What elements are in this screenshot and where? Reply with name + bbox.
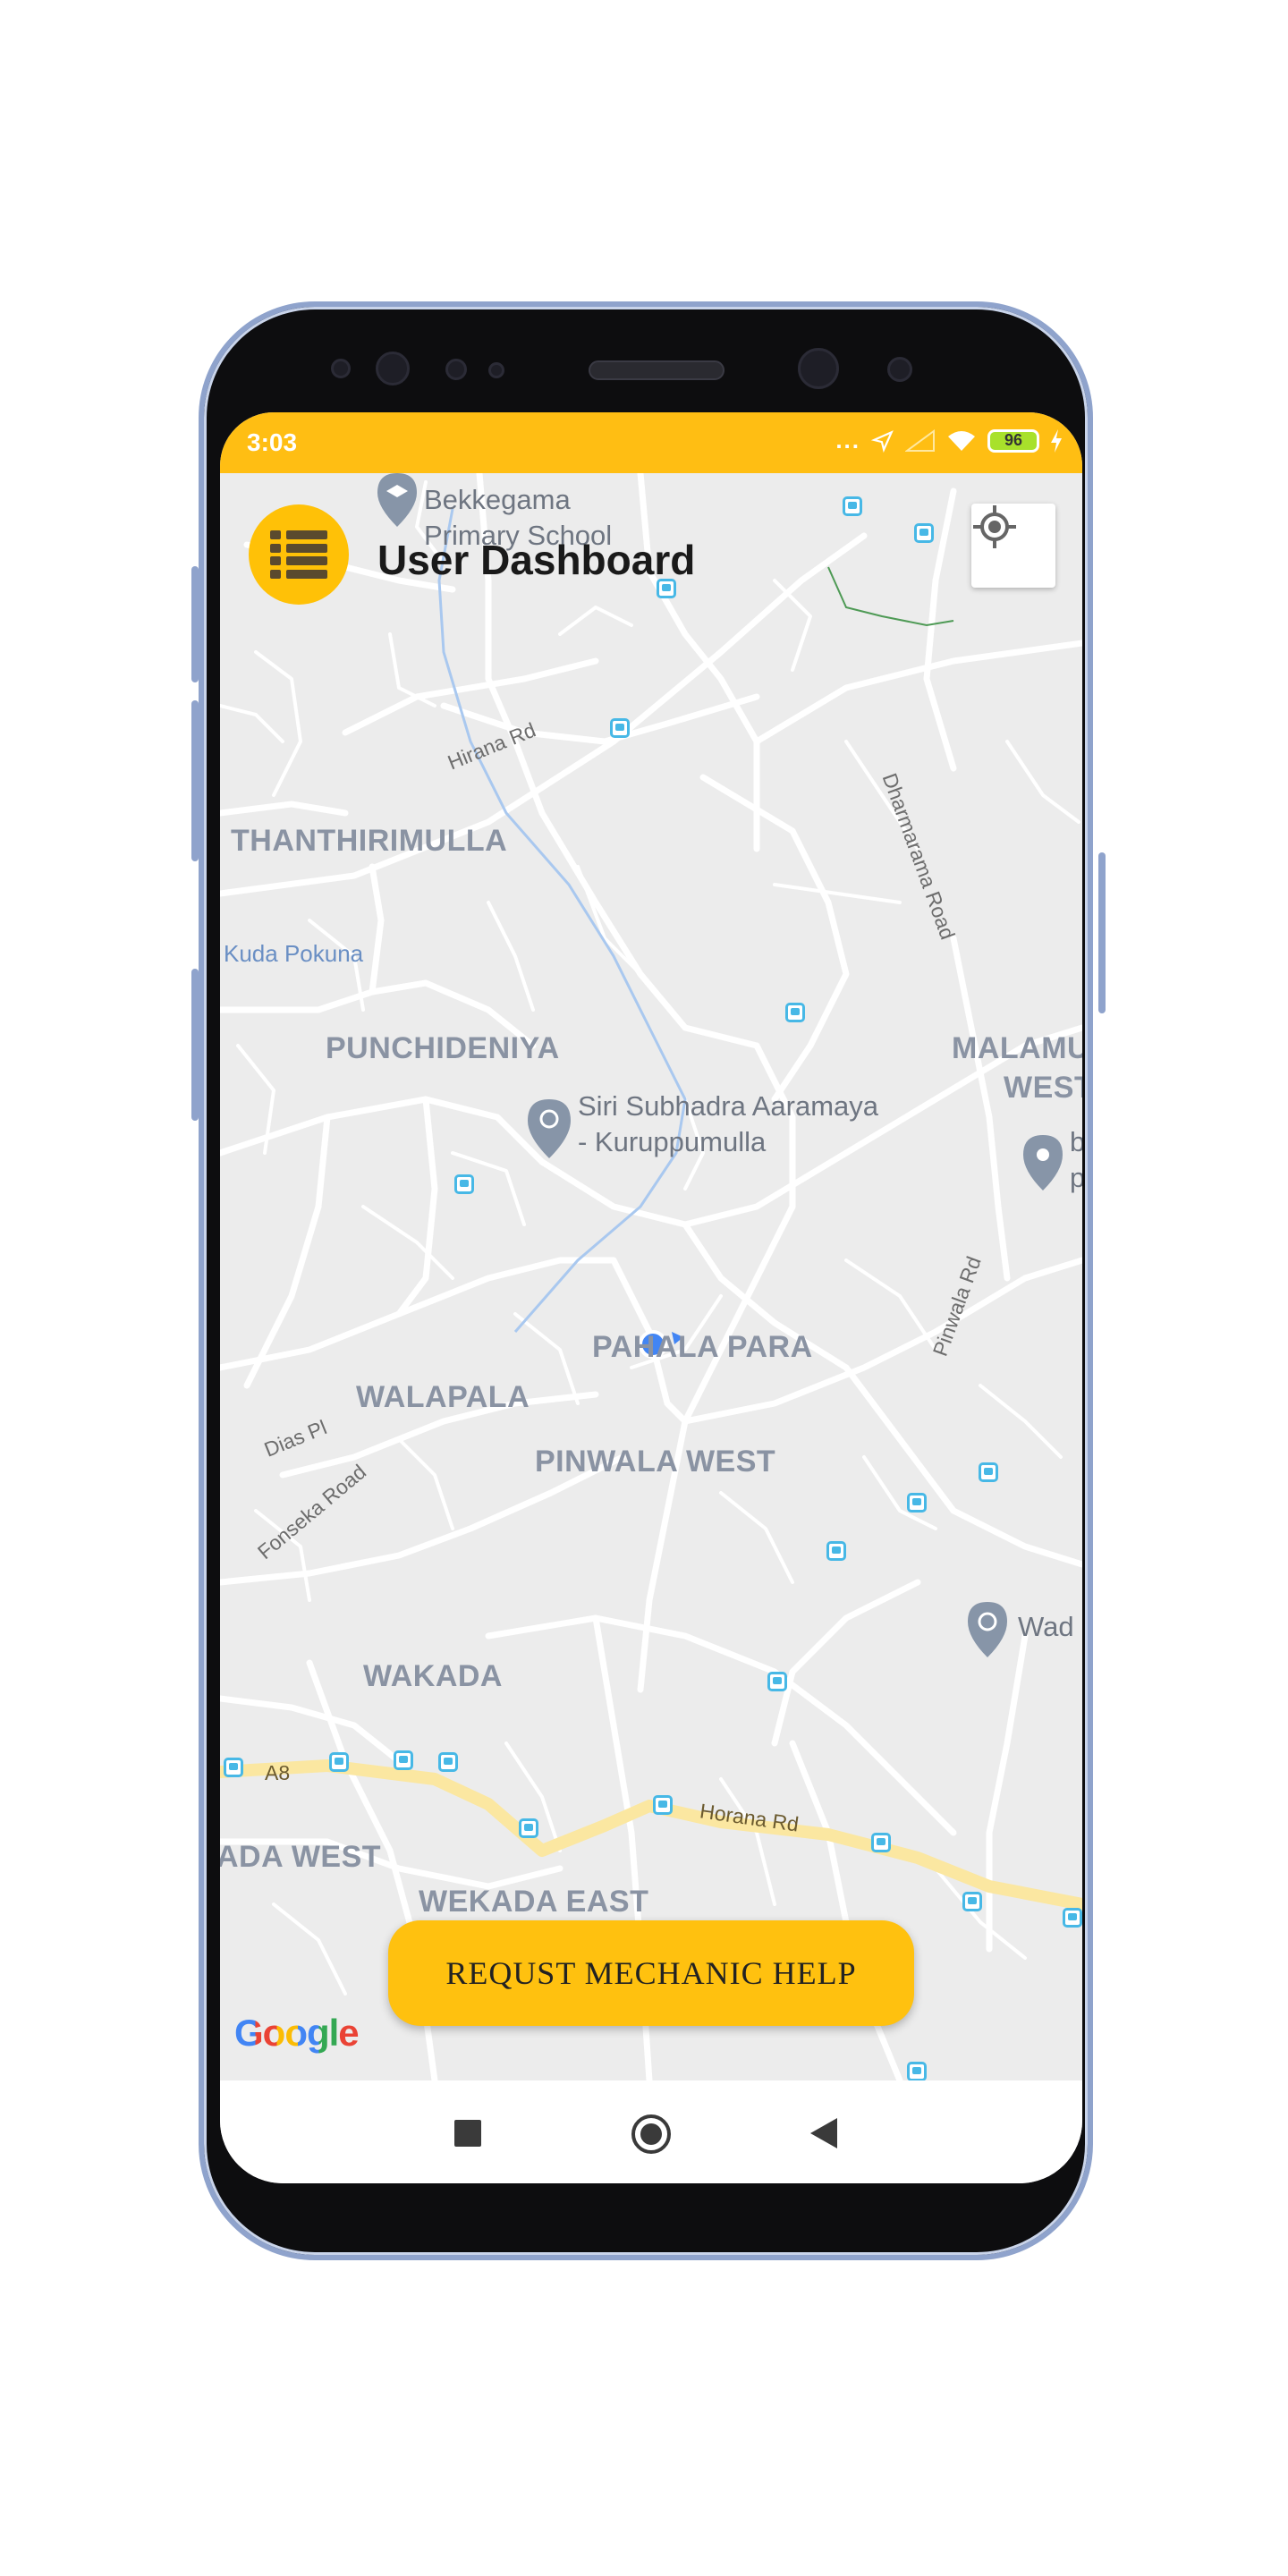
phone-frame: 3:03 ... 96 THANTHIRIMULLA PUNCHIDENIYA … <box>191 301 1106 2260</box>
place-label: THANTHIRIMULLA <box>231 824 508 858</box>
request-mechanic-label: REQUST MECHANIC HELP <box>445 1955 857 1991</box>
bus-stop-icon <box>826 1541 846 1561</box>
google-logo-text: Google <box>234 2012 360 2054</box>
menu-button[interactable] <box>249 504 349 605</box>
volume-up-button <box>191 566 199 682</box>
poi-label: - Kuruppumulla <box>578 1126 767 1157</box>
bus-stop-icon <box>962 1892 982 1911</box>
place-label: WEKADA EAST <box>419 1885 649 1919</box>
battery-icon: 96 <box>987 428 1039 453</box>
iris-sensor <box>376 352 410 386</box>
navigation-bar <box>220 2080 1082 2183</box>
light-sensor <box>445 359 467 380</box>
place-label: ADA WEST <box>220 1840 382 1874</box>
my-location-button[interactable] <box>971 504 1055 588</box>
bus-stop-icon <box>907 1493 927 1513</box>
bus-stop-icon <box>519 1818 538 1838</box>
bus-stop-icon <box>329 1752 349 1772</box>
notification-led <box>488 362 504 378</box>
bus-stop-icon <box>610 718 630 738</box>
bus-stop-icon <box>454 1174 474 1194</box>
signal-icon <box>905 428 935 452</box>
place-label: PUNCHIDENIYA <box>326 1031 560 1065</box>
temple-pin-icon-2 <box>968 1602 1007 1657</box>
status-time: 3:03 <box>247 428 298 456</box>
bus-stop-icon <box>871 1833 891 1852</box>
place-label: WEST <box>1004 1071 1082 1105</box>
place-label: PINWALA WEST <box>535 1445 776 1479</box>
status-bar: 3:03 ... 96 <box>220 412 1082 473</box>
location-arrow-icon <box>871 429 894 453</box>
request-mechanic-button[interactable]: REQUST MECHANIC HELP <box>388 1920 914 2026</box>
wifi-icon <box>948 430 975 451</box>
school-pin-icon <box>377 473 417 527</box>
home-icon[interactable] <box>631 2114 671 2154</box>
proximity-sensor <box>331 359 351 378</box>
place-label: MALAMU <box>952 1031 1082 1065</box>
place-label: WAKADA <box>363 1659 503 1693</box>
place-label: WALAPALA <box>356 1380 530 1414</box>
place-pin-icon <box>1023 1135 1063 1191</box>
bus-stop-icon <box>438 1752 458 1772</box>
recent-apps-icon[interactable] <box>454 2120 481 2147</box>
bus-stop-icon <box>907 2062 927 2081</box>
earpiece-speaker <box>589 360 724 380</box>
poi-label: Siri Subhadra Aaramaya <box>578 1090 879 1122</box>
battery-level: 96 <box>1004 431 1023 449</box>
bus-stop-icon <box>914 523 934 543</box>
google-attribution[interactable]: Google <box>234 2012 360 2055</box>
bus-stop-icon <box>653 1795 673 1815</box>
bus-stop-icon <box>979 1462 998 1482</box>
place-label: PAHALA PARA <box>592 1330 813 1364</box>
poi-label: Bekkegama <box>424 484 571 515</box>
volume-down-button <box>191 700 199 861</box>
road-label: A8 <box>265 1761 291 1784</box>
app-screen: 3:03 ... 96 THANTHIRIMULLA PUNCHIDENIYA … <box>220 412 1082 2183</box>
bus-stop-icon <box>767 1672 787 1691</box>
map-view[interactable]: THANTHIRIMULLA PUNCHIDENIYA MALAMU WEST … <box>220 473 1082 2081</box>
my-location-icon <box>973 505 1016 548</box>
poi-label: Wad <box>1018 1611 1074 1642</box>
poi-label: p <box>1070 1162 1082 1193</box>
charging-icon <box>1051 428 1062 453</box>
bus-stop-icon <box>224 1758 243 1777</box>
iris-camera <box>887 357 912 382</box>
bus-stop-icon <box>1063 1908 1082 1928</box>
temple-pin-icon <box>528 1099 571 1158</box>
bixby-button <box>191 969 199 1121</box>
water-label: Kuda Pokuna <box>224 940 364 967</box>
menu-list-icon <box>270 530 327 579</box>
back-icon[interactable] <box>810 2118 837 2148</box>
poi-label: b <box>1070 1126 1082 1157</box>
status-icons: ... 96 <box>835 427 1063 454</box>
power-button <box>1098 852 1106 1013</box>
page-title: User Dashboard <box>377 537 696 583</box>
more-notifications-icon: ... <box>835 427 860 453</box>
bus-stop-icon <box>785 1003 805 1022</box>
bus-stop-icon <box>843 496 862 516</box>
bus-stop-icon <box>394 1750 413 1770</box>
front-camera <box>798 348 839 389</box>
